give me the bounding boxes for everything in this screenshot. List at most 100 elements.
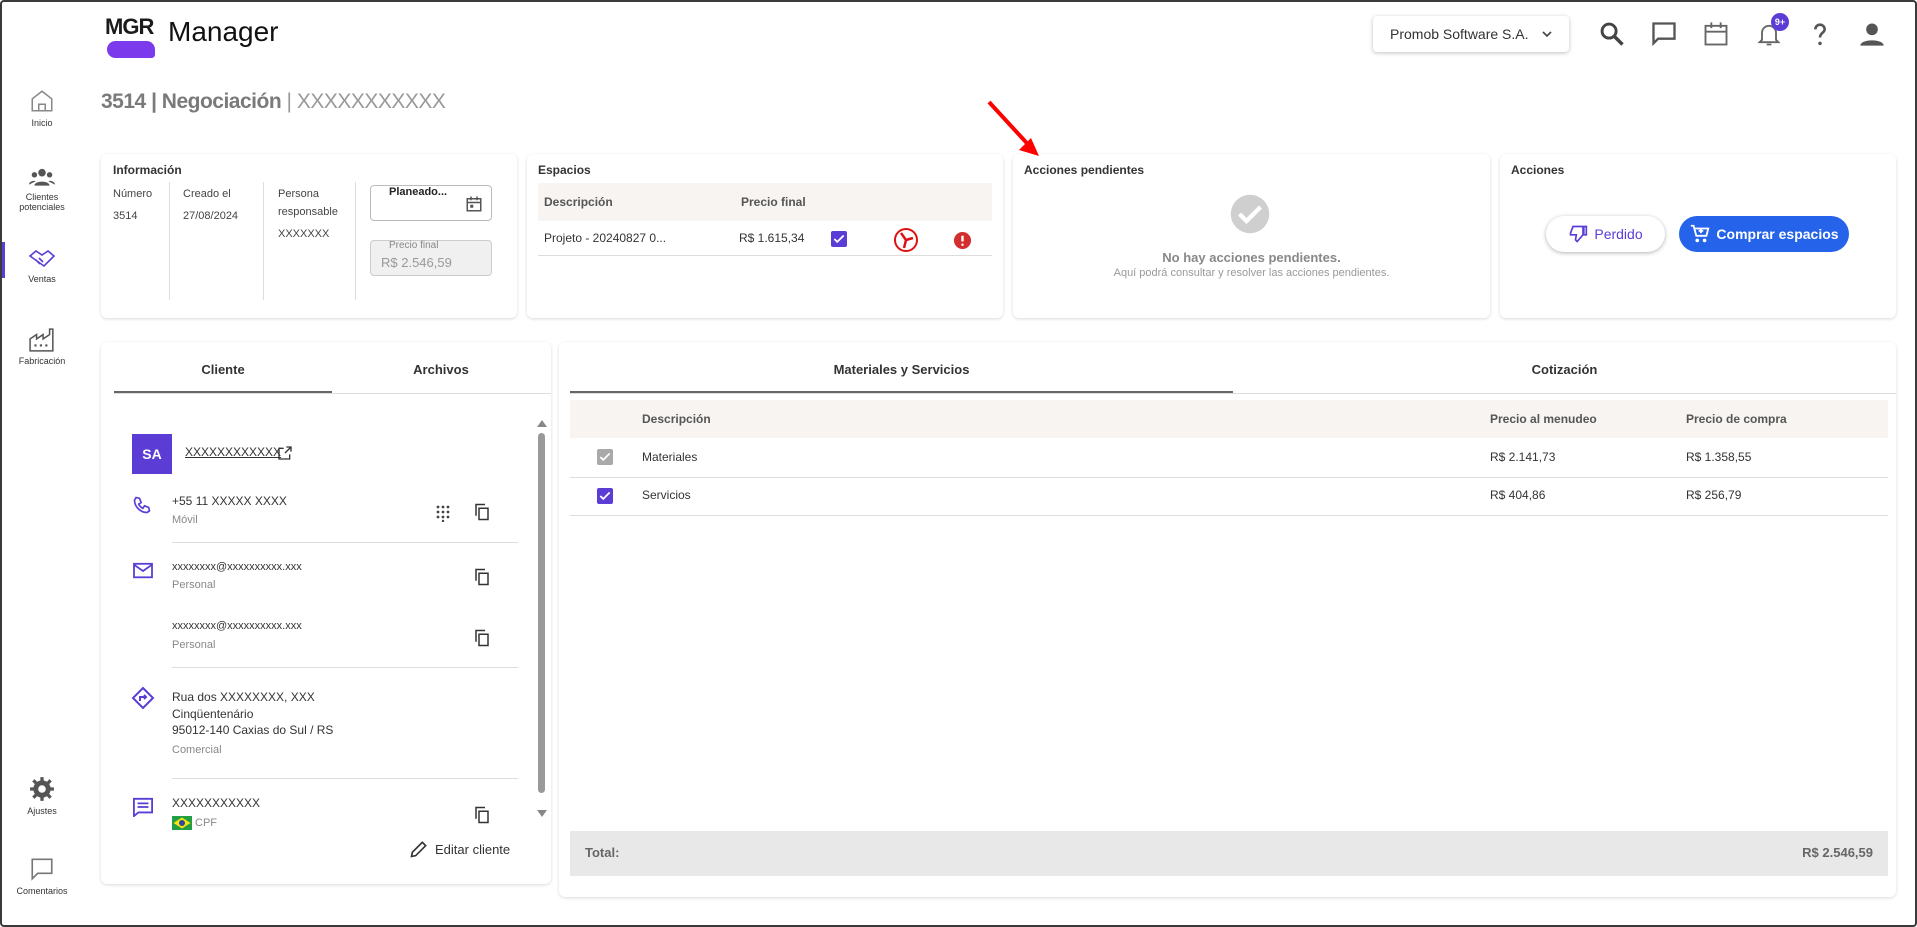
client-name-link[interactable]: XXXXXXXXXXXX	[185, 445, 281, 459]
total-value: R$ 2.546,59	[1802, 845, 1873, 860]
divider	[355, 182, 356, 300]
scroll-up-icon[interactable]	[537, 419, 547, 427]
render-status-icon[interactable]	[893, 227, 919, 253]
search-icon[interactable]	[1598, 20, 1626, 48]
document-type: CPF	[195, 817, 217, 829]
client-panel	[101, 342, 551, 884]
edit-client-label: Editar cliente	[435, 841, 511, 857]
col-precio-final: Precio final	[741, 195, 806, 209]
calendar-icon[interactable]	[465, 195, 483, 213]
sidebar-item-label: Clientes potenciales	[19, 192, 65, 212]
company-select[interactable]: Promob Software S.A.	[1373, 16, 1569, 52]
espacio-checkbox[interactable]	[831, 231, 847, 247]
espacio-desc: Projeto - 20240827 0...	[544, 231, 667, 245]
lost-label: Perdido	[1594, 226, 1643, 242]
col-descripcion: Descripción	[642, 412, 711, 426]
pending-actions-card: Acciones pendientes No hay acciones pend…	[1013, 154, 1490, 318]
scrollbar-thumb[interactable]	[538, 433, 545, 793]
calendar-icon[interactable]	[1702, 20, 1730, 48]
actions-title: Acciones	[1511, 163, 1565, 177]
col-descripcion: Descripción	[544, 195, 613, 209]
persona-label: Persona responsable	[278, 188, 338, 218]
check-circle-icon	[1230, 194, 1270, 234]
address-line-2: Cinqüentenário	[172, 707, 254, 721]
tab-archivos[interactable]: Archivos	[332, 362, 550, 377]
copy-icon[interactable]	[473, 806, 491, 824]
row-checkbox[interactable]	[597, 449, 613, 465]
copy-icon[interactable]	[473, 503, 491, 521]
email-1: xxxxxxxx@xxxxxxxxxx.xxx	[172, 561, 302, 573]
divider	[172, 778, 518, 779]
app-logo[interactable]: MGR	[105, 14, 155, 58]
persona-value: XXXXXXX	[278, 228, 330, 240]
title-separator: |	[286, 90, 292, 113]
sidebar-item-ventas[interactable]: Ventas	[2, 242, 82, 284]
sidebar-item-label: Inicio	[31, 118, 53, 128]
warning-icon[interactable]	[953, 231, 972, 250]
sidebar-item-comentarios[interactable]: Comentarios	[2, 856, 82, 896]
numero-label: Número	[113, 188, 153, 200]
help-icon[interactable]	[1806, 20, 1834, 48]
deal-stage: Negociación	[161, 90, 282, 113]
copy-icon[interactable]	[473, 629, 491, 647]
row-checkbox[interactable]	[597, 488, 613, 504]
creado-value: 27/08/2024	[183, 210, 239, 222]
address-line-1: Rua dos XXXXXXXX, XXX	[172, 690, 315, 704]
precio-final-label: Precio final	[389, 240, 439, 251]
status-label: Planeado...	[387, 186, 450, 198]
avatar: SA	[132, 434, 172, 474]
tab-materiales-servicios[interactable]: Materiales y Servicios	[570, 362, 1233, 377]
dialpad-icon[interactable]	[434, 504, 452, 522]
document-id-icon	[133, 797, 153, 817]
people-icon	[29, 168, 55, 186]
deal-name: XXXXXXXXXXX	[296, 90, 446, 113]
email-1-type: Personal	[172, 579, 216, 591]
copy-icon[interactable]	[473, 568, 491, 586]
precio-final-field: Precio final R$ 2.546,59	[370, 240, 492, 276]
user-icon[interactable]	[1858, 20, 1886, 48]
logo-text: MGR	[105, 14, 154, 39]
sidebar-item-inicio[interactable]: Inicio	[2, 88, 82, 128]
scroll-down-icon[interactable]	[537, 810, 547, 818]
active-tab-indicator	[570, 391, 1233, 393]
material-retail: R$ 404,86	[1490, 488, 1546, 502]
address-line-3: 95012-140 Caxias do Sul / RS	[172, 723, 334, 737]
directions-icon	[131, 686, 155, 710]
notifications-icon[interactable]: 9+	[1755, 13, 1789, 48]
deal-number: 3514	[101, 90, 146, 113]
tab-cotizacion[interactable]: Cotización	[1233, 362, 1896, 377]
company-name: Promob Software S.A.	[1390, 26, 1529, 42]
chevron-down-icon	[1542, 31, 1552, 38]
edit-client-button[interactable]: Editar cliente	[409, 839, 510, 859]
pending-empty-sub: Aquí podrá consultar y resolver las acci…	[1113, 267, 1390, 279]
buy-spaces-button[interactable]: Comprar espacios	[1679, 216, 1849, 252]
chat-icon[interactable]	[1650, 20, 1678, 48]
divider	[263, 182, 264, 300]
buy-label: Comprar espacios	[1716, 226, 1839, 242]
phone-icon	[133, 496, 151, 514]
sidebar-item-label: Comentarios	[16, 886, 68, 896]
espacios-title: Espacios	[538, 163, 591, 177]
total-bar: Total: R$ 2.546,59	[570, 831, 1888, 876]
lost-button[interactable]: Perdido	[1546, 216, 1665, 252]
status-field[interactable]: Planeado...	[370, 185, 492, 221]
sidebar-item-fabricacion[interactable]: Fabricación	[2, 328, 82, 366]
title-separator: |	[151, 90, 157, 113]
info-title: Información	[113, 163, 182, 177]
phone-type: Móvil	[172, 514, 198, 526]
notifications-badge: 9+	[1771, 13, 1789, 31]
active-tab-indicator	[114, 391, 332, 393]
sidebar: Inicio Clientes potenciales Ventas Fabri…	[2, 70, 82, 925]
cart-icon	[1691, 224, 1710, 243]
sidebar-item-ajustes[interactable]: Ajustes	[2, 776, 82, 816]
scrollbar[interactable]	[537, 419, 547, 818]
tab-cliente[interactable]: Cliente	[114, 362, 332, 377]
espacio-price: R$ 1.615,34	[739, 231, 805, 245]
col-precio-compra: Precio de compra	[1686, 412, 1787, 426]
sidebar-item-clientes[interactable]: Clientes potenciales	[2, 166, 82, 212]
divider	[172, 667, 518, 668]
annotation-arrow-icon	[987, 100, 1039, 156]
brazil-flag-icon	[172, 816, 192, 830]
external-link-icon[interactable]	[277, 445, 293, 461]
email-2-type: Personal	[172, 639, 216, 651]
